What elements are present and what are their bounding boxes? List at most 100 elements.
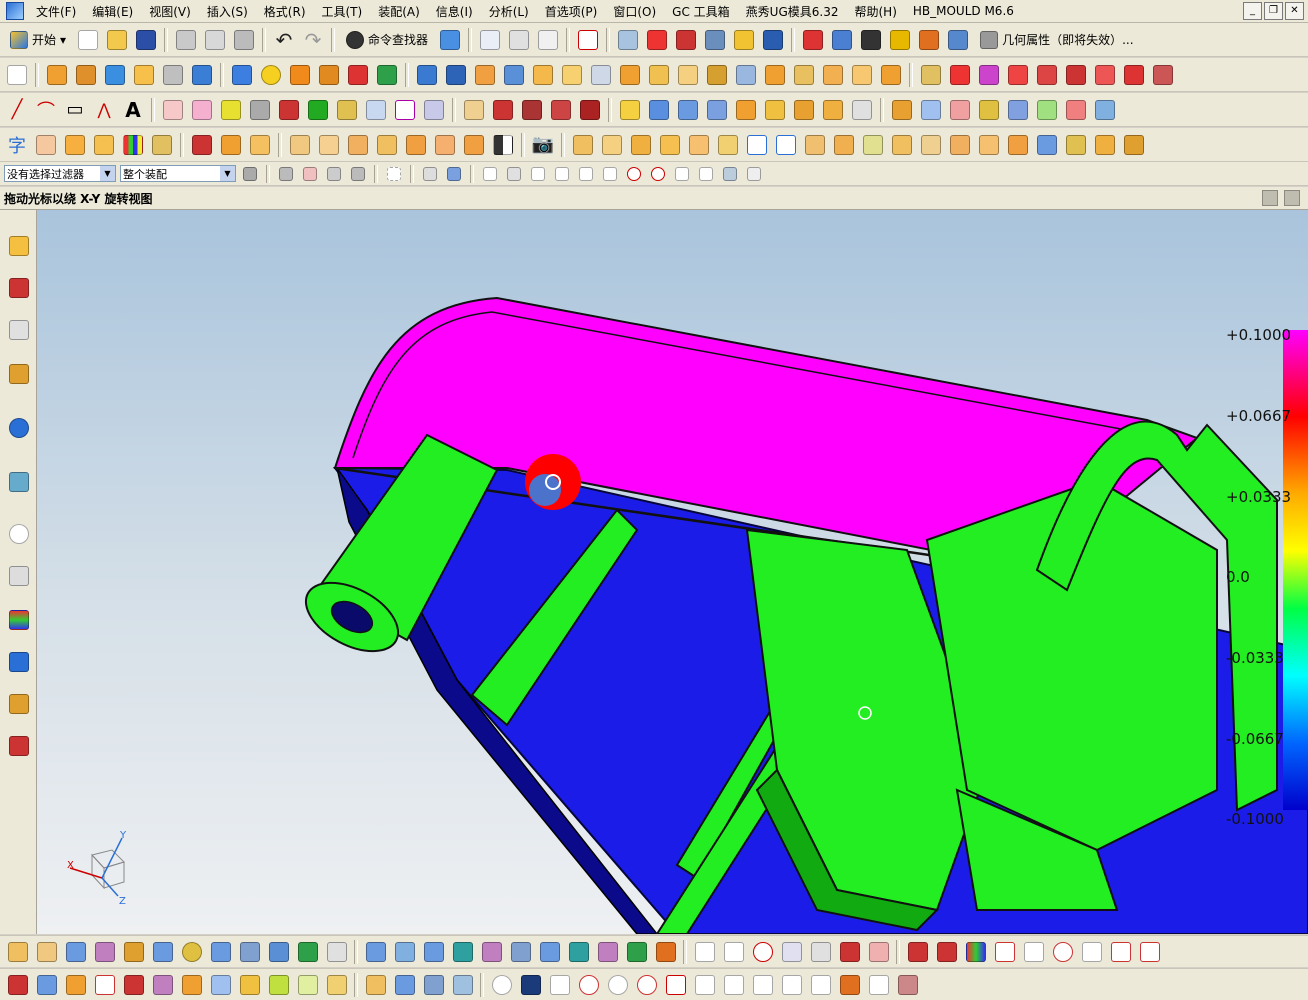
command-finder-button[interactable]: 命令查找器 xyxy=(340,27,434,53)
std-part-5-button[interactable] xyxy=(478,938,505,965)
yx-blocks-button[interactable] xyxy=(391,971,418,998)
through-curves-button[interactable] xyxy=(617,97,643,123)
restore-button[interactable]: ❐ xyxy=(1264,2,1283,20)
hb-diag-button[interactable] xyxy=(720,938,747,965)
trim-body-button[interactable] xyxy=(617,62,643,88)
minimize-button[interactable]: _ xyxy=(1243,2,1262,20)
select-features-button[interactable] xyxy=(300,164,320,184)
trim-sheet-button[interactable] xyxy=(889,97,915,123)
hb-mold-button[interactable] xyxy=(933,938,960,965)
mold-cube-button[interactable] xyxy=(91,132,117,158)
std-part-3-button[interactable] xyxy=(420,938,447,965)
slot-button[interactable] xyxy=(316,62,342,88)
extension-button[interactable] xyxy=(849,97,875,123)
hb-layout-button[interactable] xyxy=(836,938,863,965)
std-part-1-button[interactable] xyxy=(362,938,389,965)
menu-insert[interactable]: 插入(S) xyxy=(199,3,256,20)
brush-button[interactable] xyxy=(149,132,175,158)
pocket-tool-button[interactable] xyxy=(323,938,350,965)
hb-wedge-button[interactable] xyxy=(860,132,886,158)
i-form-button[interactable] xyxy=(1005,97,1031,123)
help-query-button[interactable] xyxy=(662,971,689,998)
sprue-button[interactable] xyxy=(62,938,89,965)
revolve-button[interactable] xyxy=(73,62,99,88)
cone-button[interactable] xyxy=(287,62,313,88)
part-navigator-tab[interactable] xyxy=(5,316,33,344)
cad-eye-button[interactable] xyxy=(488,971,515,998)
std-part-4-button[interactable] xyxy=(449,938,476,965)
rectangle-select-button[interactable] xyxy=(384,164,404,184)
move-face-button[interactable] xyxy=(1092,62,1118,88)
snap-midpoint-button[interactable] xyxy=(552,164,572,184)
edge-blend-button[interactable] xyxy=(501,62,527,88)
screw-button[interactable] xyxy=(265,938,292,965)
arc-button[interactable]: ⌒ xyxy=(33,97,59,123)
yx-slide-button[interactable] xyxy=(449,971,476,998)
pad-button[interactable] xyxy=(189,62,215,88)
status-button-2[interactable] xyxy=(1284,190,1300,206)
trim-curve-button[interactable] xyxy=(461,97,487,123)
extend-curve-button[interactable] xyxy=(490,97,516,123)
hb-hatch-button[interactable] xyxy=(1078,938,1105,965)
type-filter-select[interactable]: 没有选择过滤器 ▼ xyxy=(4,165,116,182)
menu-information[interactable]: 信息(I) xyxy=(428,3,481,20)
thread-button[interactable] xyxy=(374,62,400,88)
sheet-body-button[interactable] xyxy=(878,62,904,88)
snap-grid-button[interactable] xyxy=(744,164,764,184)
scale-body-button[interactable] xyxy=(704,62,730,88)
sphere-button[interactable] xyxy=(258,62,284,88)
patch-button[interactable] xyxy=(762,62,788,88)
system-scene-tab[interactable] xyxy=(5,732,33,760)
hb-electrode-button[interactable] xyxy=(1092,132,1118,158)
view-button[interactable] xyxy=(437,27,463,53)
support-pillar-button[interactable] xyxy=(149,938,176,965)
assembly-button[interactable] xyxy=(673,27,699,53)
puller-button[interactable] xyxy=(236,938,263,965)
core-view-button[interactable] xyxy=(865,971,892,998)
analysis-button[interactable] xyxy=(702,27,728,53)
select-faces-button[interactable] xyxy=(348,164,368,184)
open-button[interactable] xyxy=(104,27,130,53)
sleeve-button[interactable] xyxy=(749,971,776,998)
cut-button[interactable] xyxy=(173,27,199,53)
split-body-button[interactable] xyxy=(646,62,672,88)
close-button[interactable]: ✕ xyxy=(1285,2,1304,20)
hb-frame-button[interactable] xyxy=(773,132,799,158)
cooling-button[interactable] xyxy=(294,938,321,965)
hb-step-button[interactable] xyxy=(831,132,857,158)
std-part-10-button[interactable] xyxy=(623,938,650,965)
snap-point-button[interactable] xyxy=(504,164,524,184)
menu-analysis[interactable]: 分析(L) xyxy=(481,3,537,20)
boss-button[interactable] xyxy=(131,62,157,88)
mass-props-button[interactable] xyxy=(887,27,913,53)
eye-target-button[interactable] xyxy=(604,971,631,998)
menu-yanxiu-mold[interactable]: 燕秀UG模具6.32 xyxy=(738,3,847,20)
sew-button[interactable] xyxy=(733,62,759,88)
menu-window[interactable]: 窗口(O) xyxy=(605,3,664,20)
extrude-button[interactable] xyxy=(44,62,70,88)
helix-button[interactable] xyxy=(363,97,389,123)
subtract-button[interactable] xyxy=(443,62,469,88)
shell-button[interactable] xyxy=(559,62,585,88)
offset-region-button[interactable] xyxy=(1034,62,1060,88)
intersect-button[interactable] xyxy=(472,62,498,88)
hb-grid-button[interactable] xyxy=(918,132,944,158)
std-part-6-button[interactable] xyxy=(507,938,534,965)
wcs-button[interactable] xyxy=(644,27,670,53)
assembly-navigator-tab[interactable] xyxy=(5,232,33,260)
hb-bolt-button[interactable] xyxy=(599,132,625,158)
palette-button[interactable] xyxy=(120,132,146,158)
yx-plate-button[interactable] xyxy=(33,971,60,998)
line-button[interactable]: ╱ xyxy=(4,97,30,123)
cad-button[interactable] xyxy=(517,971,544,998)
pattern-button[interactable] xyxy=(820,62,846,88)
web-browser-tab[interactable] xyxy=(5,468,33,496)
snap-quadrant-button[interactable] xyxy=(648,164,668,184)
curve-length-button[interactable] xyxy=(519,97,545,123)
snap-intersection-button[interactable] xyxy=(600,164,620,184)
rectangle-button[interactable]: ▭ xyxy=(62,97,88,123)
menu-preferences[interactable]: 首选项(P) xyxy=(537,3,606,20)
offset-face-button[interactable] xyxy=(675,62,701,88)
offset-curve-button[interactable] xyxy=(160,97,186,123)
swept-button[interactable] xyxy=(646,97,672,123)
